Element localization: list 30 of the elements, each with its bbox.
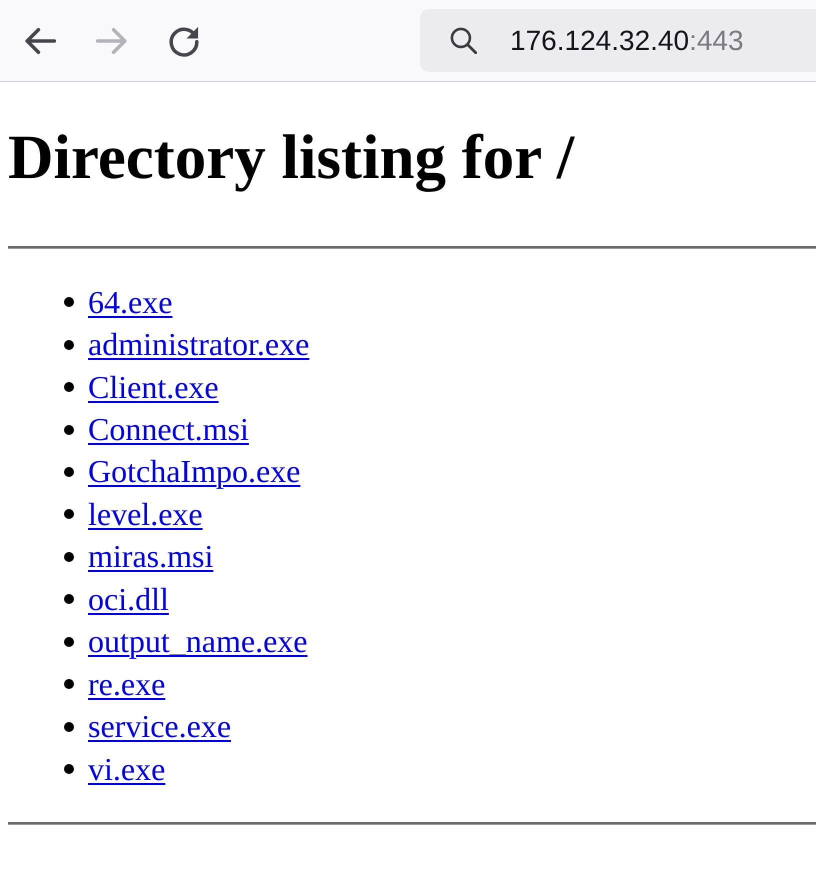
file-link[interactable]: Client.exe xyxy=(88,368,219,406)
file-link[interactable]: miras.msi xyxy=(88,538,214,576)
url-port: :443 xyxy=(689,24,744,56)
file-link[interactable]: level.exe xyxy=(88,496,203,533)
file-link[interactable]: GotchaImpo.exe xyxy=(88,453,300,490)
bullet-icon xyxy=(64,552,74,562)
url-host: 176.124.32.40 xyxy=(510,24,690,56)
bullet-icon xyxy=(64,382,74,392)
bullet-icon xyxy=(64,679,74,690)
file-link[interactable]: output_name.exe xyxy=(88,623,308,660)
reload-icon xyxy=(168,24,200,56)
file-link[interactable]: vi.exe xyxy=(88,750,166,788)
bullet-icon xyxy=(64,764,74,774)
file-link[interactable]: service.exe xyxy=(88,708,232,746)
bullet-icon xyxy=(64,722,74,732)
file-link[interactable]: Connect.msi xyxy=(88,411,249,448)
bullet-icon xyxy=(64,424,74,435)
bullet-icon xyxy=(64,594,74,604)
file-link[interactable]: administrator.exe xyxy=(88,326,310,364)
page-heading: Directory listing for / xyxy=(8,121,574,193)
address-field[interactable]: 176.124.32.40:443 xyxy=(420,9,816,72)
file-link[interactable]: 64.exe xyxy=(88,284,172,321)
bullet-icon xyxy=(64,340,74,350)
search-icon xyxy=(450,27,477,54)
file-link[interactable]: re.exe xyxy=(88,666,166,703)
bullet-icon xyxy=(64,509,74,520)
bullet-icon xyxy=(64,636,74,647)
bullet-icon xyxy=(64,297,74,308)
bullet-icon xyxy=(64,466,74,477)
file-link[interactable]: oci.dll xyxy=(88,580,169,618)
